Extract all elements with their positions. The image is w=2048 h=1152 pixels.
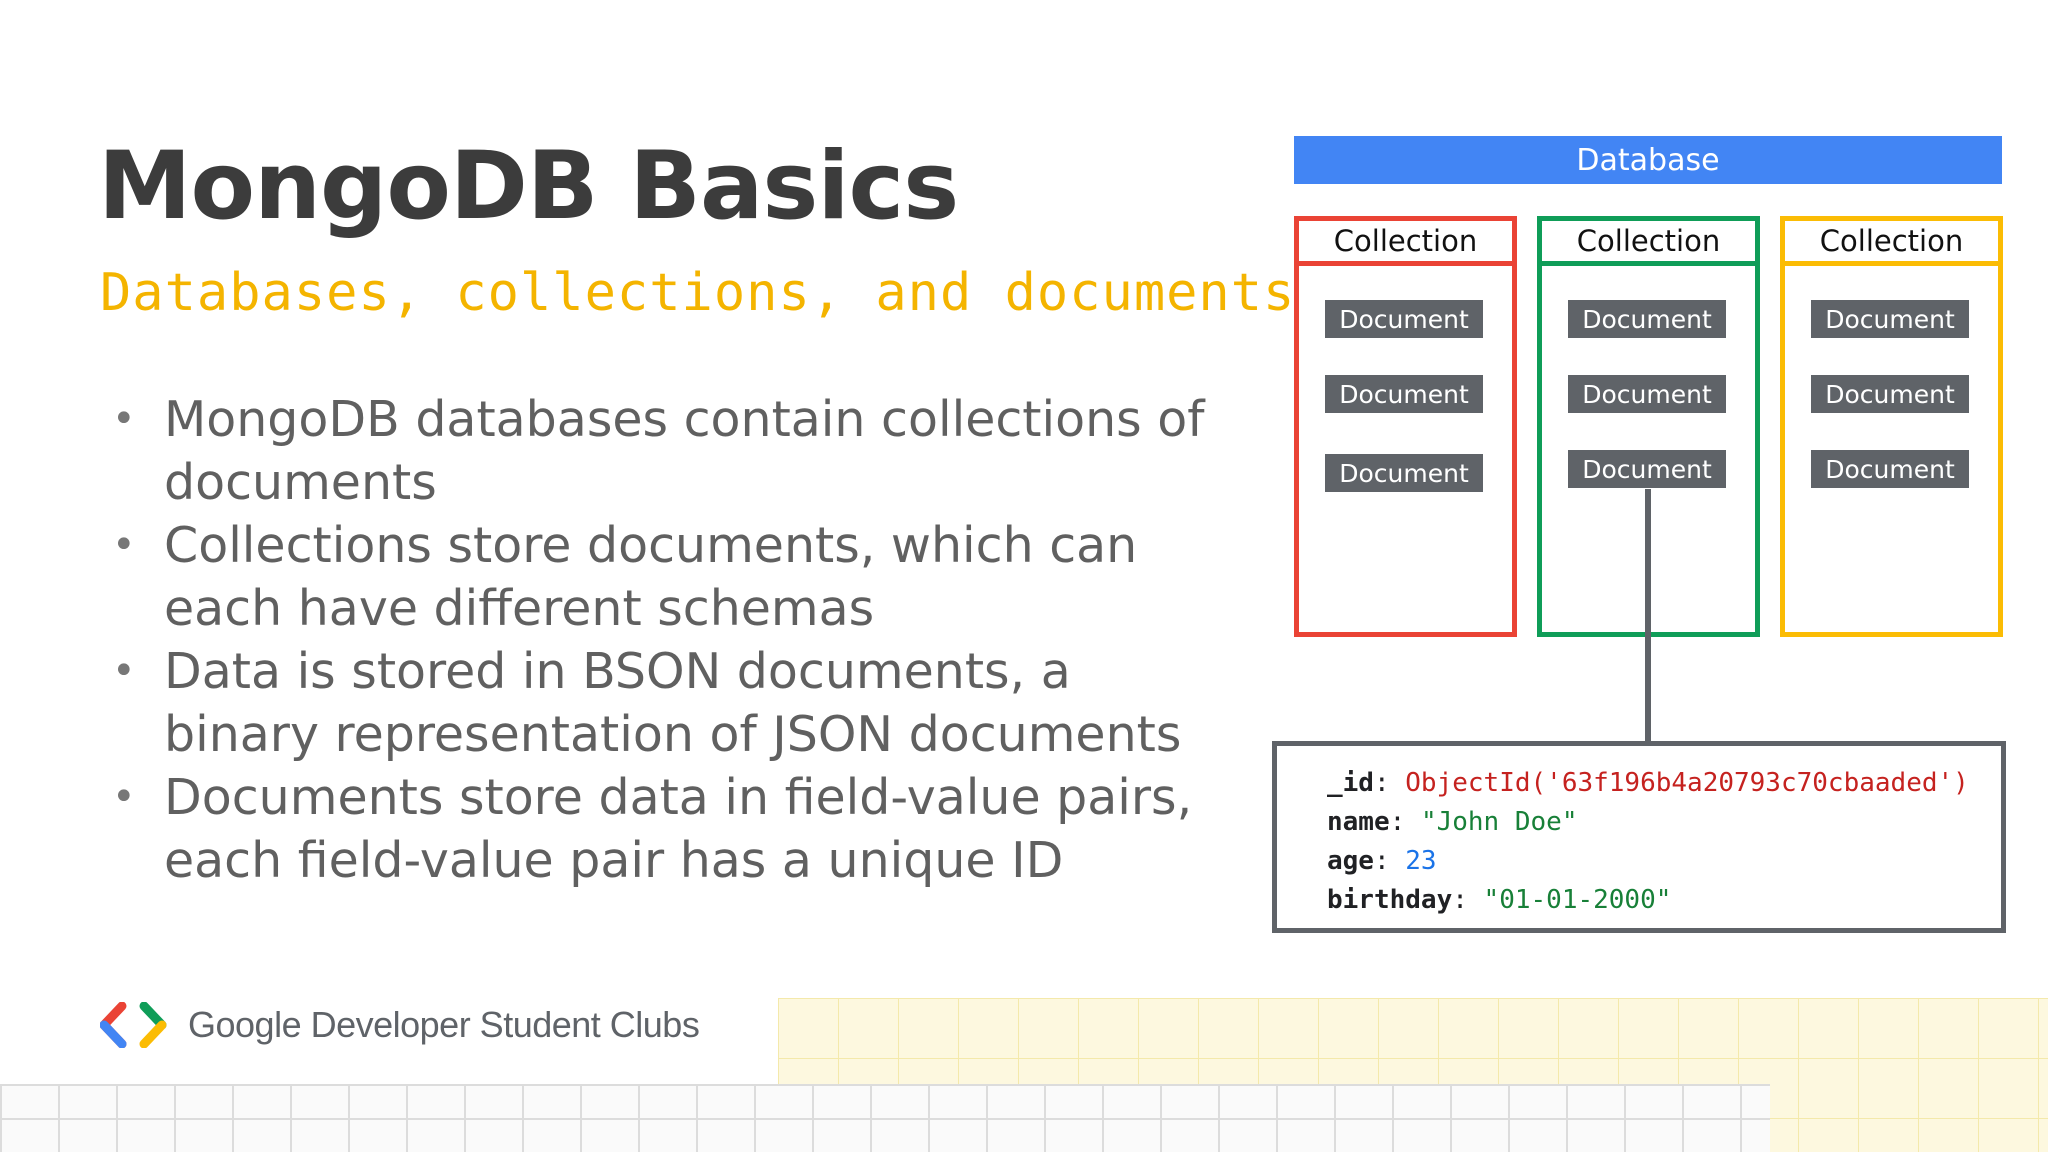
document-block: Document bbox=[1811, 375, 1969, 413]
bullet-list: • MongoDB databases contain collections o… bbox=[112, 388, 1232, 892]
field-key: birthday bbox=[1327, 885, 1453, 915]
document-block: Document bbox=[1568, 450, 1726, 488]
field-row: birthday: "01-01-2000" bbox=[1327, 885, 1672, 915]
slide-subtitle: Databases, collections, and documents bbox=[100, 263, 1296, 323]
document-block: Document bbox=[1568, 375, 1726, 413]
collection-header: Collection bbox=[1785, 221, 1998, 266]
collection-box-yellow: Collection Document Document Document bbox=[1780, 216, 2003, 637]
slide-title: MongoDB Basics bbox=[98, 132, 959, 241]
document-block: Document bbox=[1568, 300, 1726, 338]
field-value: "01-01-2000" bbox=[1483, 885, 1672, 915]
document-block: Document bbox=[1811, 300, 1969, 338]
field-value: "John Doe" bbox=[1420, 807, 1578, 837]
bullet-item: • Data is stored in BSON documents, a bin… bbox=[112, 640, 1232, 766]
field-row: _id: ObjectId('63f196b4a20793c70cbaaded'… bbox=[1327, 768, 1969, 798]
field-value: 23 bbox=[1405, 846, 1437, 876]
document-block: Document bbox=[1811, 450, 1969, 488]
bullet-dot-icon: • bbox=[112, 648, 136, 694]
field-key: _id bbox=[1327, 768, 1374, 798]
connector-line bbox=[1645, 489, 1651, 742]
field-row: age: 23 bbox=[1327, 846, 1437, 876]
document-block: Document bbox=[1325, 454, 1483, 492]
bullet-item: • MongoDB databases contain collections o… bbox=[112, 388, 1232, 514]
bullet-dot-icon: • bbox=[112, 522, 136, 568]
field-key: name bbox=[1327, 807, 1390, 837]
decorative-grid bbox=[0, 1084, 1770, 1152]
bullet-dot-icon: • bbox=[112, 774, 136, 820]
bullet-item: • Documents store data in field-value pai… bbox=[112, 766, 1232, 892]
bullet-item: • Collections store documents, which can … bbox=[112, 514, 1232, 640]
database-header: Database bbox=[1294, 136, 2002, 184]
collection-header: Collection bbox=[1299, 221, 1512, 266]
bullet-text: Documents store data in field-value pair… bbox=[164, 769, 1193, 889]
bullet-text: MongoDB databases contain collections of… bbox=[164, 391, 1205, 511]
document-block: Document bbox=[1325, 375, 1483, 413]
field-value: ObjectId('63f196b4a20793c70cbaaded') bbox=[1405, 768, 1969, 798]
document-example-box: _id: ObjectId('63f196b4a20793c70cbaaded'… bbox=[1272, 741, 2006, 933]
collection-header: Collection bbox=[1542, 221, 1755, 266]
document-block: Document bbox=[1325, 300, 1483, 338]
bullet-text: Collections store documents, which can e… bbox=[164, 517, 1138, 637]
bullet-text: Data is stored in BSON documents, a bina… bbox=[164, 643, 1182, 763]
gdsc-logo-icon bbox=[100, 1002, 167, 1048]
bullet-dot-icon: • bbox=[112, 396, 136, 442]
field-row: name: "John Doe" bbox=[1327, 807, 1578, 837]
footer-brand: Google Developer Student Clubs bbox=[188, 1004, 700, 1045]
collection-box-red: Collection Document Document Document bbox=[1294, 216, 1517, 637]
field-key: age bbox=[1327, 846, 1374, 876]
